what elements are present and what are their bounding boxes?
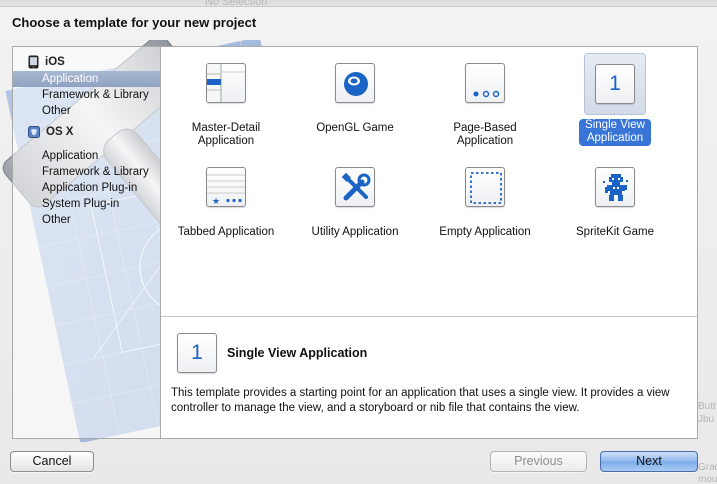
single-view-icon: 1	[595, 64, 635, 104]
iphone-icon	[28, 55, 39, 68]
tabbed-icon: ★	[206, 167, 246, 207]
background-ghost-text-4: mouse-do	[698, 474, 717, 484]
template-page-based[interactable]: Page-Based Application	[420, 53, 550, 148]
next-button[interactable]: Next	[600, 451, 698, 472]
template-spritekit-game[interactable]: SpriteKit Game	[550, 157, 680, 239]
sidebar-item-osx-other[interactable]: Other	[13, 212, 160, 228]
sidebar-group-ios-label: iOS	[45, 55, 65, 68]
sidebar-item-ios-framework-library[interactable]: Framework & Library	[13, 87, 160, 103]
opengl-sphere-icon	[335, 63, 375, 103]
single-view-icon-glyph: 1	[609, 72, 621, 95]
description-title: Single View Application	[227, 346, 368, 360]
description-body: This template provides a starting point …	[171, 387, 670, 414]
template-master-detail[interactable]: Master-Detail Application	[161, 53, 291, 148]
sidebar-item-osx-application[interactable]: Application	[13, 148, 160, 164]
template-opengl-game-label: OpenGL Game	[316, 122, 394, 134]
sidebar-item-ios-application[interactable]: Application	[13, 71, 160, 87]
utility-tools-icon	[335, 167, 375, 207]
sidebar-group-osx-label: OS X	[46, 125, 74, 138]
description-single-view-icon: 1	[177, 333, 217, 373]
template-page-based-label: Page-Based Application	[453, 122, 517, 147]
template-opengl-game[interactable]: OpenGL Game	[290, 53, 420, 135]
template-empty[interactable]: Empty Application	[420, 157, 550, 239]
template-single-view-label: Single View Application	[579, 119, 651, 146]
template-spritekit-game-label: SpriteKit Game	[576, 226, 654, 238]
svg-text:★: ★	[212, 197, 220, 207]
master-detail-icon	[206, 63, 246, 103]
sidebar-item-osx-system-plugin[interactable]: System Plug-in	[13, 196, 160, 212]
background-ghost-text-1: Butt	[698, 401, 716, 412]
template-grid: Master-Detail Application OpenGL Game Pa…	[161, 47, 697, 317]
sprite-character-icon	[595, 167, 635, 207]
sidebar-item-ios-other[interactable]: Other	[13, 103, 160, 119]
template-empty-label: Empty Application	[439, 226, 531, 238]
new-project-sheet: Choose a template for your new project i…	[0, 6, 717, 484]
page-dots-icon	[465, 63, 505, 103]
template-single-view[interactable]: 1 Single View Application	[550, 53, 680, 146]
previous-button[interactable]: Previous	[490, 451, 587, 472]
mac-os-x-icon	[28, 125, 40, 138]
sidebar-item-osx-framework-library[interactable]: Framework & Library	[13, 164, 160, 180]
background-ghost-text-3: Gradient	[698, 462, 717, 473]
template-tabbed[interactable]: ★ Tabbed Application	[161, 157, 291, 239]
template-utility-label: Utility Application	[311, 226, 399, 238]
background-ghost-text-2: Jbu	[698, 414, 715, 425]
template-category-sidebar: iOS Application Framework & Library Othe…	[12, 46, 161, 439]
template-content-panel: Master-Detail Application OpenGL Game Pa…	[160, 46, 698, 439]
sidebar-group-osx: OS X	[13, 122, 160, 141]
sidebar-item-osx-application-plugin[interactable]: Application Plug-in	[13, 180, 160, 196]
dialog-title: Choose a template for your new project	[12, 15, 257, 30]
cancel-button[interactable]: Cancel	[10, 451, 94, 472]
template-tabbed-label: Tabbed Application	[177, 226, 275, 238]
empty-dashed-icon	[465, 167, 505, 207]
template-utility[interactable]: Utility Application	[290, 157, 420, 239]
sidebar-group-ios: iOS	[13, 52, 160, 71]
template-master-detail-label: Master-Detail Application	[191, 122, 261, 147]
